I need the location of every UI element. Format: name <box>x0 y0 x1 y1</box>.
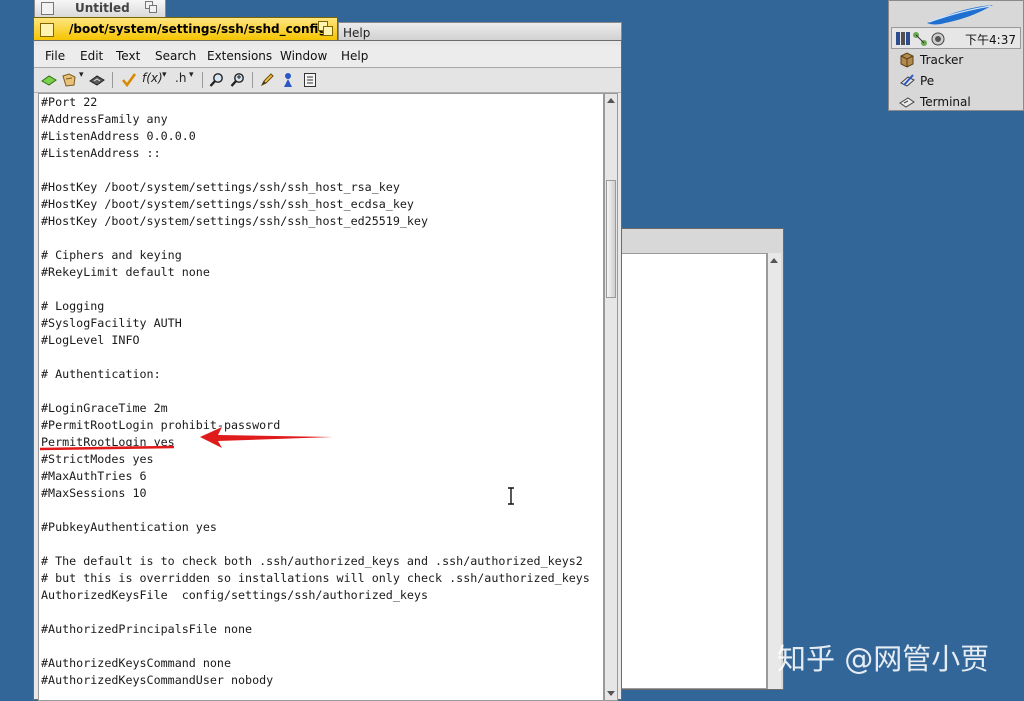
zoom-box-icon[interactable] <box>145 1 157 13</box>
close-box-icon[interactable] <box>40 23 54 37</box>
code-line: #RekeyLimit default none <box>41 265 210 279</box>
editor-window-title: /boot/system/settings/ssh/sshd_config <box>69 22 327 36</box>
background-window-scrollbar[interactable] <box>767 253 781 689</box>
hidden-help-menu-label: Help <box>343 26 371 40</box>
watermark: 知乎 @网管小贾 <box>777 642 990 676</box>
code-line: #StrictModes yes <box>41 452 154 466</box>
volume-speaker-icon[interactable] <box>930 31 946 47</box>
open-menu-arrow-icon[interactable]: ▾ <box>79 70 84 80</box>
menu-search[interactable]: Search <box>155 49 196 63</box>
function-popup-button[interactable]: f(x) <box>142 71 163 85</box>
pencil-icon[interactable] <box>258 71 276 89</box>
open-document-icon[interactable] <box>60 71 78 89</box>
code-line: #Port 22 <box>41 95 98 109</box>
code-line: #HostKey /boot/system/settings/ssh/ssh_h… <box>41 197 414 211</box>
background-window-content[interactable] <box>621 253 767 689</box>
code-line: #HostKey /boot/system/settings/ssh/ssh_h… <box>41 214 429 228</box>
deskbar-item-tracker[interactable]: Tracker <box>891 50 1021 70</box>
header-menu-arrow-icon[interactable]: ▾ <box>189 70 194 80</box>
code-line: #SyslogFacility AUTH <box>41 316 182 330</box>
scroll-down-arrow-icon[interactable] <box>605 686 617 700</box>
vertical-scrollbar[interactable] <box>604 93 618 701</box>
code-line: # Logging <box>41 299 105 313</box>
system-tray: 下午4:37 <box>891 27 1021 49</box>
code-line: #MaxAuthTries 6 <box>41 469 147 483</box>
network-status-icon[interactable] <box>912 31 928 47</box>
new-document-icon[interactable] <box>40 71 58 89</box>
menu-edit[interactable]: Edit <box>80 49 103 63</box>
editor-window-tab[interactable]: /boot/system/settings/ssh/sshd_config <box>33 17 338 41</box>
function-menu-arrow-icon[interactable]: ▾ <box>162 70 167 80</box>
deskbar: 下午4:37 Tracker Pe Terminal <box>888 0 1024 111</box>
person-icon[interactable] <box>279 71 297 89</box>
clock-time[interactable]: 下午4:37 <box>965 31 1016 48</box>
code-line: #HostKey /boot/system/settings/ssh/ssh_h… <box>41 180 400 194</box>
deskbar-item-terminal[interactable]: Terminal <box>891 92 1021 112</box>
close-box-icon[interactable] <box>41 2 54 15</box>
code-line: #LoginGraceTime 2m <box>41 401 168 415</box>
text-editor-area[interactable]: #Port 22 #AddressFamily any #ListenAddress… <box>38 93 604 701</box>
header-popup-button[interactable]: .h <box>175 71 186 85</box>
find-next-icon[interactable] <box>229 71 247 89</box>
find-icon[interactable] <box>208 71 226 89</box>
text-cursor-icon <box>508 487 514 505</box>
menu-file[interactable]: File <box>45 49 65 63</box>
code-line: #AddressFamily any <box>41 112 168 126</box>
deskbar-item-label: Terminal <box>920 95 971 109</box>
code-line: PermitRootLogin yes <box>41 435 175 449</box>
toolbar-separator <box>202 72 203 88</box>
menu-window[interactable]: Window <box>280 49 327 63</box>
scroll-up-arrow-icon[interactable] <box>605 94 617 108</box>
code-line: #LogLevel INFO <box>41 333 140 347</box>
code-line: #PubkeyAuthentication yes <box>41 520 217 534</box>
terminal-icon <box>899 97 915 108</box>
untitled-window-title: Untitled <box>75 1 130 15</box>
code-line: # Authentication: <box>41 367 161 381</box>
code-line: #PermitRootLogin prohibit-password <box>41 418 281 432</box>
code-line: #AuthorizedKeysCommandUser nobody <box>41 673 274 687</box>
code-line: # The default is to check both .ssh/auth… <box>41 554 583 568</box>
code-line: #AuthorizedPrincipalsFile none <box>41 622 253 636</box>
haiku-leaf-logo-icon[interactable] <box>919 3 995 27</box>
menu-help[interactable]: Help <box>341 49 368 63</box>
window-tab-backdrop: Help <box>338 22 622 41</box>
menu-bar: File Edit Text Search Extensions Window Help <box>34 45 621 68</box>
tracker-icon <box>900 52 914 68</box>
code-line: #ListenAddress :: <box>41 146 161 160</box>
document-list-icon[interactable] <box>301 71 319 89</box>
deskbar-item-pe[interactable]: Pe <box>891 71 1021 91</box>
pe-editor-icon <box>900 74 915 87</box>
menu-extensions[interactable]: Extensions <box>207 49 272 63</box>
toolbar-separator <box>112 72 113 88</box>
zoom-box-icon[interactable] <box>318 21 333 36</box>
menu-text[interactable]: Text <box>116 49 140 63</box>
toolbar: ▾ f(x) ▾ .h ▾ <box>34 68 621 93</box>
untitled-window-tab[interactable]: Untitled <box>34 0 166 18</box>
code-text: #Port 22 #AddressFamily any #ListenAddress… <box>41 94 590 689</box>
memory-monitor-icon[interactable] <box>896 31 910 46</box>
toolbar-separator <box>252 72 253 88</box>
code-line: # but this is overridden so installation… <box>41 571 590 585</box>
code-line: #AuthorizedKeysCommand none <box>41 656 231 670</box>
editor-window[interactable]: File Edit Text Search Extensions Window Help ▾… <box>33 40 622 701</box>
save-document-icon[interactable] <box>88 71 106 89</box>
scroll-up-arrow-icon[interactable] <box>768 254 780 268</box>
code-line: #ListenAddress 0.0.0.0 <box>41 129 196 143</box>
checkmark-icon[interactable] <box>120 71 138 89</box>
deskbar-item-label: Pe <box>920 74 935 88</box>
deskbar-item-label: Tracker <box>920 53 964 67</box>
code-line: AuthorizedKeysFile config/settings/ssh/a… <box>41 588 429 602</box>
background-window[interactable] <box>610 228 784 690</box>
code-line: # Ciphers and keying <box>41 248 182 262</box>
scrollbar-thumb[interactable] <box>606 180 616 298</box>
